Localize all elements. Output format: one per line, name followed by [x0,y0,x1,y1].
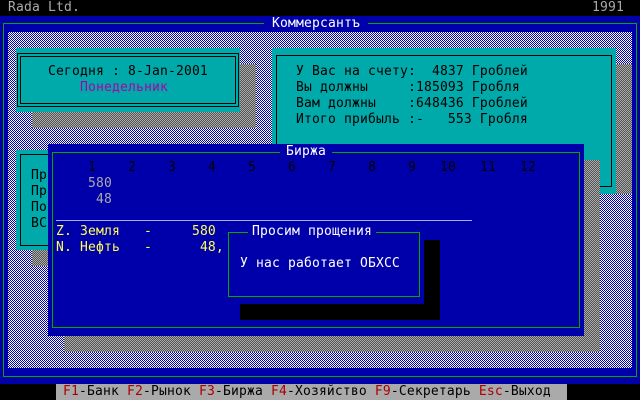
month-label: 6 [288,160,296,175]
dialog-shadow [240,304,440,320]
today-date: Сегодня : 8-Jan-2001 [48,64,208,79]
price-value: 580 [88,176,112,191]
key-label: F2 [126,384,143,399]
total-profit: Итого прибыль :- 553 Гробля [296,112,528,127]
hidden-label: ВС [31,216,47,231]
weekday: Понедельник [80,80,168,95]
menu-item-market[interactable]: F2-Рынок [127,384,191,399]
date-panel: Сегодня : 8-Jan-2001 Понедельник [16,48,240,112]
hidden-label: Пр [31,184,47,199]
menu-item-bank[interactable]: F1-Банк [63,384,119,399]
month-label: 2 [128,160,136,175]
hidden-label: Пр [31,168,47,183]
key-label: F3 [198,384,215,399]
menu-item-exchange[interactable]: F3-Биржа [199,384,263,399]
function-key-menu: F1-Банк F2-Рынок F3-Биржа F4-Хозяйство F… [56,384,567,400]
top-bar: Rada Ltd. 1991 [0,0,640,16]
main-window-title: Коммерсантъ [264,16,368,32]
month-label: 3 [168,160,176,175]
separator [56,220,472,221]
exchange-window-title: Биржа [280,144,332,160]
month-label: 10 [440,160,456,175]
menu-label: -Рынок [142,384,191,399]
year: 1991 [592,0,624,15]
alert-dialog: Просим прощения У нас работает ОБХСС [224,224,424,304]
month-label: 5 [248,160,256,175]
month-label: 4 [208,160,216,175]
menu-label: -Выход [502,384,551,399]
dialog-message: У нас работает ОБХСС [240,256,400,271]
key-label: F9 [374,384,391,399]
menu-label: -Биржа [214,384,263,399]
dialog-title: Просим прощения [248,224,376,240]
menu-label: -Банк [79,384,119,399]
commodity-item[interactable]: Z. Земля - 580 з [56,224,232,240]
month-label: 12 [520,160,536,175]
month-label: 11 [480,160,496,175]
month-label: 8 [368,160,376,175]
owed-to-you: Вам должны :648436 Гроблей [296,96,528,111]
key-label: F1 [63,384,79,399]
month-label: 9 [408,160,416,175]
key-label: Esc [478,384,503,399]
company-name: Rada Ltd. [8,0,80,15]
menu-item-exit[interactable]: Esc-Выход [479,384,551,399]
hidden-label: По [31,200,47,215]
key-label: F4 [270,384,287,399]
menu-label: -Секретарь [390,384,471,399]
you-owe: Вы должны :185093 Гробля [296,80,520,95]
account-balance: У Вас на счету: 4837 Гроблей [296,64,528,79]
menu-item-economy[interactable]: F4-Хозяйство [271,384,367,399]
menu-item-secretary[interactable]: F9-Секретарь [375,384,471,399]
commodity-item[interactable]: N. Нефть - 48, [56,240,224,256]
account-panel-shadow [616,64,632,194]
month-label: 1 [88,160,96,175]
price-value: 48 [96,192,112,207]
month-label: 7 [328,160,336,175]
menu-label: -Хозяйство [286,384,367,399]
